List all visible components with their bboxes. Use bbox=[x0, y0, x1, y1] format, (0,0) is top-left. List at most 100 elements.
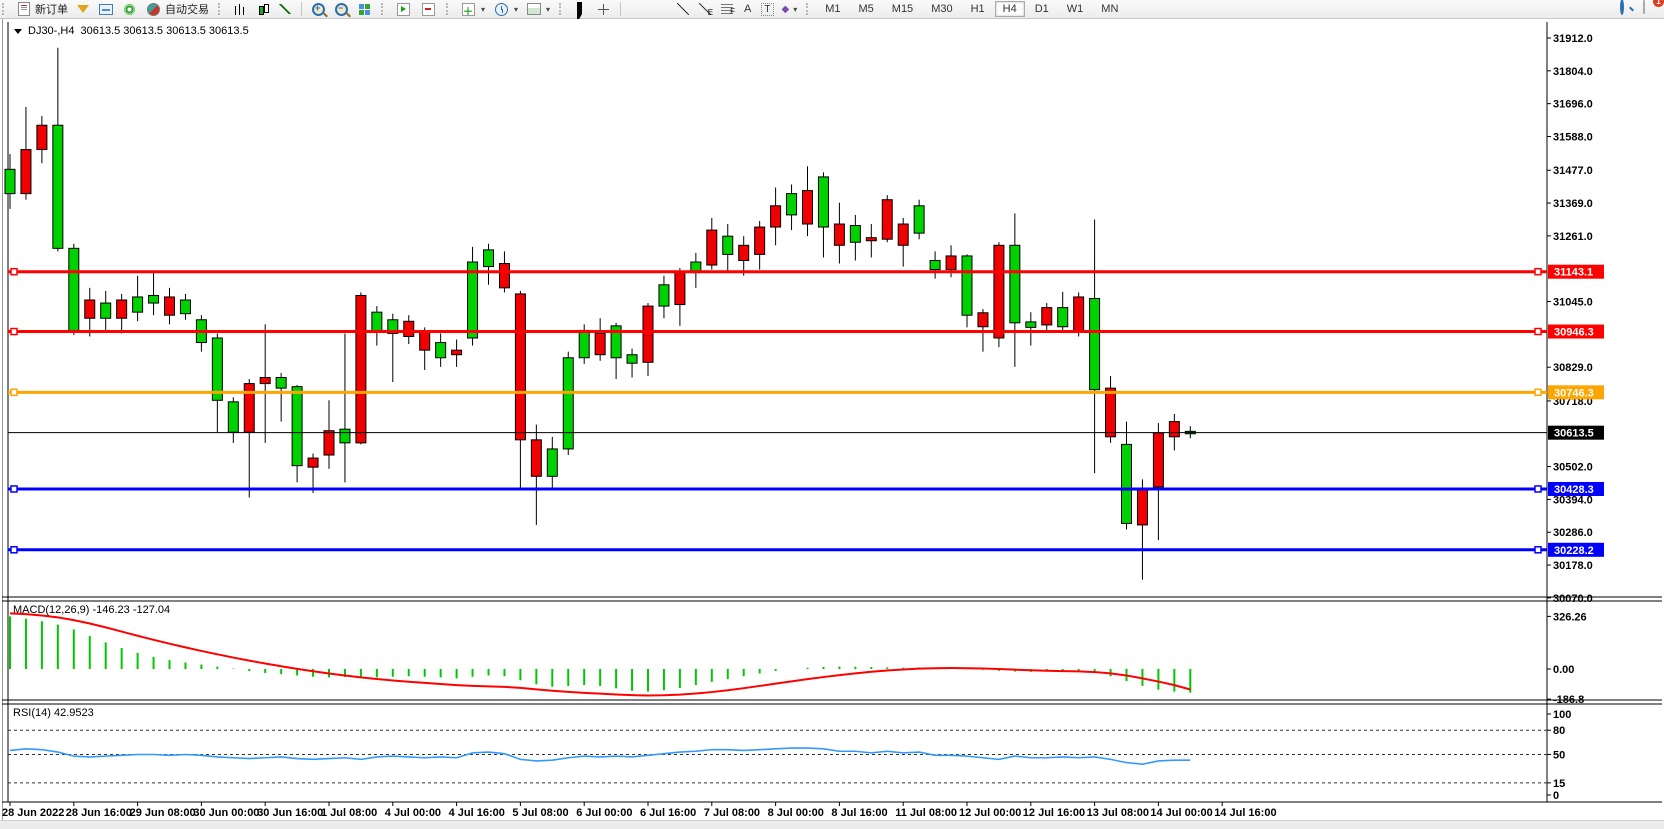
price-badge-label: 30746.3 bbox=[1554, 387, 1594, 399]
rsi-indicator-label: RSI(14) 42.9523 bbox=[13, 707, 94, 719]
price-badge-label: 30946.3 bbox=[1554, 327, 1594, 339]
toolbar-grip[interactable] bbox=[2, 3, 7, 15]
timeframe-H4[interactable]: H4 bbox=[995, 1, 1025, 17]
periods-button[interactable]: ▾ bbox=[489, 0, 522, 20]
new-order-button[interactable]: 新订单 bbox=[12, 0, 72, 19]
price-tick-label: 30178.0 bbox=[1553, 560, 1593, 572]
chart-shift-button[interactable] bbox=[416, 0, 441, 20]
zoom-in-icon: + bbox=[312, 3, 325, 16]
price-badge-label: 30228.2 bbox=[1554, 545, 1594, 557]
time-tick-label: 14 Jul 16:00 bbox=[1214, 807, 1276, 819]
timeframe-MN[interactable]: MN bbox=[1093, 1, 1126, 17]
trendline-icon bbox=[677, 3, 689, 15]
templates-button[interactable]: ▾ bbox=[522, 0, 554, 19]
price-tick-label: 31369.0 bbox=[1553, 198, 1593, 210]
template-icon bbox=[527, 3, 541, 15]
dropdown-caret-icon: ▾ bbox=[514, 5, 518, 14]
fibonacci-icon: F bbox=[721, 4, 733, 14]
toolbar-grip[interactable] bbox=[446, 3, 451, 15]
label-tool-icon: T bbox=[761, 3, 773, 16]
toolbar-grip[interactable] bbox=[559, 3, 564, 15]
new-order-icon bbox=[18, 2, 30, 16]
price-tick-label: 31588.0 bbox=[1553, 131, 1593, 143]
price-tick-label: 31261.0 bbox=[1553, 231, 1593, 243]
toolbar-grip[interactable] bbox=[218, 3, 223, 15]
main-toolbar: 新订单 自动交易 + − ▾ bbox=[0, 0, 1664, 19]
signals-button[interactable] bbox=[118, 0, 141, 19]
line-handle bbox=[1535, 486, 1541, 492]
line-chart-icon bbox=[279, 4, 291, 14]
price-tick-label: 30502.0 bbox=[1553, 462, 1593, 474]
toolbar-grip[interactable] bbox=[381, 3, 386, 15]
time-tick-label: 29 Jun 08:00 bbox=[130, 807, 196, 819]
fibonacci-tool-button[interactable]: F bbox=[716, 0, 738, 18]
time-tick-label: 7 Jul 08:00 bbox=[704, 807, 760, 819]
monitor-icon bbox=[99, 4, 113, 15]
time-tick-label: 13 Jul 08:00 bbox=[1087, 807, 1149, 819]
time-tick-label: 30 Jun 16:00 bbox=[257, 807, 323, 819]
chart-shift-icon bbox=[422, 3, 435, 16]
zoom-out-button[interactable]: − bbox=[330, 0, 353, 19]
cursor-tool-button[interactable] bbox=[569, 0, 592, 19]
clock-icon bbox=[495, 3, 508, 16]
chart-window-button[interactable] bbox=[94, 0, 118, 19]
line-handle bbox=[1535, 329, 1541, 335]
timeframe-H1[interactable]: H1 bbox=[963, 1, 993, 17]
macd-tick-label: 326.26 bbox=[1553, 611, 1587, 623]
time-tick-label: 12 Jul 16:00 bbox=[1023, 807, 1085, 819]
timeframe-group: M1M5M15M30H1H4D1W1MN bbox=[813, 1, 1130, 17]
toolbar-grip[interactable] bbox=[806, 3, 811, 15]
horizontal-line-tool-button[interactable] bbox=[649, 0, 672, 19]
zoom-in-button[interactable]: + bbox=[307, 0, 330, 19]
line-handle bbox=[11, 389, 17, 395]
add-indicator-button[interactable]: ▾ bbox=[456, 0, 489, 20]
equidistant-channel-icon: E bbox=[699, 3, 711, 15]
timeframe-M30[interactable]: M30 bbox=[923, 1, 960, 17]
timeframe-W1[interactable]: W1 bbox=[1059, 1, 1092, 17]
trading-platform-window: 新订单 自动交易 + − ▾ bbox=[0, 0, 1664, 829]
time-tick-label: 4 Jul 00:00 bbox=[385, 807, 441, 819]
price-tick-label: 30286.0 bbox=[1553, 527, 1593, 539]
trendline-tool-button[interactable] bbox=[672, 0, 694, 18]
chart-window: DJ30-,H4 30613.5 30613.5 30613.5 30613.5… bbox=[0, 19, 1664, 829]
sonar-icon bbox=[124, 4, 135, 15]
price-tick-label: 31045.0 bbox=[1553, 297, 1593, 309]
label-tool-button[interactable]: T bbox=[757, 1, 777, 18]
timeframe-M5[interactable]: M5 bbox=[851, 1, 882, 17]
vertical-line-tool-button[interactable] bbox=[626, 0, 649, 19]
time-tick-label: 28 Jun 2022 bbox=[2, 807, 64, 819]
rsi-tick-label: 100 bbox=[1553, 709, 1571, 721]
bar-chart-icon bbox=[234, 4, 245, 15]
timeframe-M15[interactable]: M15 bbox=[884, 1, 921, 17]
timeframe-M1[interactable]: M1 bbox=[817, 1, 848, 17]
time-tick-label: 1 Jul 08:00 bbox=[321, 807, 377, 819]
crosshair-tool-button[interactable] bbox=[592, 0, 615, 19]
notifications-button[interactable]: 1 bbox=[1643, 1, 1658, 16]
market-watch-button[interactable] bbox=[72, 1, 94, 17]
notification-badge: 1 bbox=[1653, 0, 1664, 7]
chat-bubble-icon bbox=[1643, 0, 1645, 14]
auto-scroll-button[interactable] bbox=[391, 0, 416, 20]
channel-tool-button[interactable]: E bbox=[694, 0, 716, 18]
price-tick-label: 31912.0 bbox=[1553, 33, 1593, 45]
chart-canvas[interactable]: 31912.031804.031696.031588.031477.031369… bbox=[0, 19, 1664, 829]
candlestick-chart-button[interactable] bbox=[251, 0, 274, 19]
search-button[interactable] bbox=[1620, 1, 1635, 16]
dropdown-caret-icon: ▾ bbox=[793, 5, 797, 14]
timeframe-D1[interactable]: D1 bbox=[1027, 1, 1057, 17]
text-tool-button[interactable]: A bbox=[738, 1, 757, 17]
line-chart-button[interactable] bbox=[274, 0, 296, 18]
time-tick-label: 30 Jun 00:00 bbox=[193, 807, 259, 819]
auto-trading-button[interactable]: 自动交易 bbox=[141, 0, 213, 20]
text-tool-icon: A bbox=[742, 3, 753, 15]
auto-scroll-icon bbox=[397, 3, 410, 16]
rsi-tick-label: 80 bbox=[1553, 725, 1565, 737]
arrows-tool-button[interactable]: ◆▾ bbox=[778, 2, 802, 17]
tile-windows-button[interactable] bbox=[353, 0, 376, 19]
bar-chart-button[interactable] bbox=[228, 0, 251, 19]
rsi-line bbox=[10, 748, 1190, 764]
rsi-panel bbox=[8, 730, 1547, 783]
time-tick-label: 4 Jul 16:00 bbox=[449, 807, 505, 819]
line-handle bbox=[1535, 389, 1541, 395]
tile-windows-icon bbox=[359, 4, 370, 15]
